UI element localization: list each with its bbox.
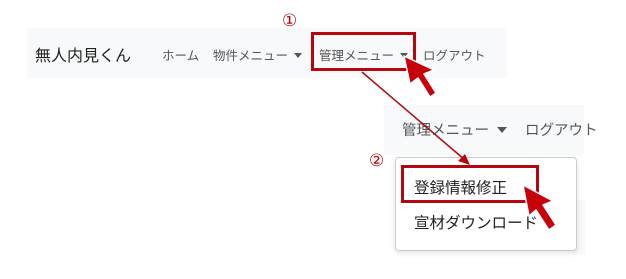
pointer-arrow-icon (403, 55, 437, 98)
annotation-overlay (361, 55, 557, 231)
pointer-arrow-icon (522, 184, 557, 231)
connector-arrow (361, 71, 470, 165)
